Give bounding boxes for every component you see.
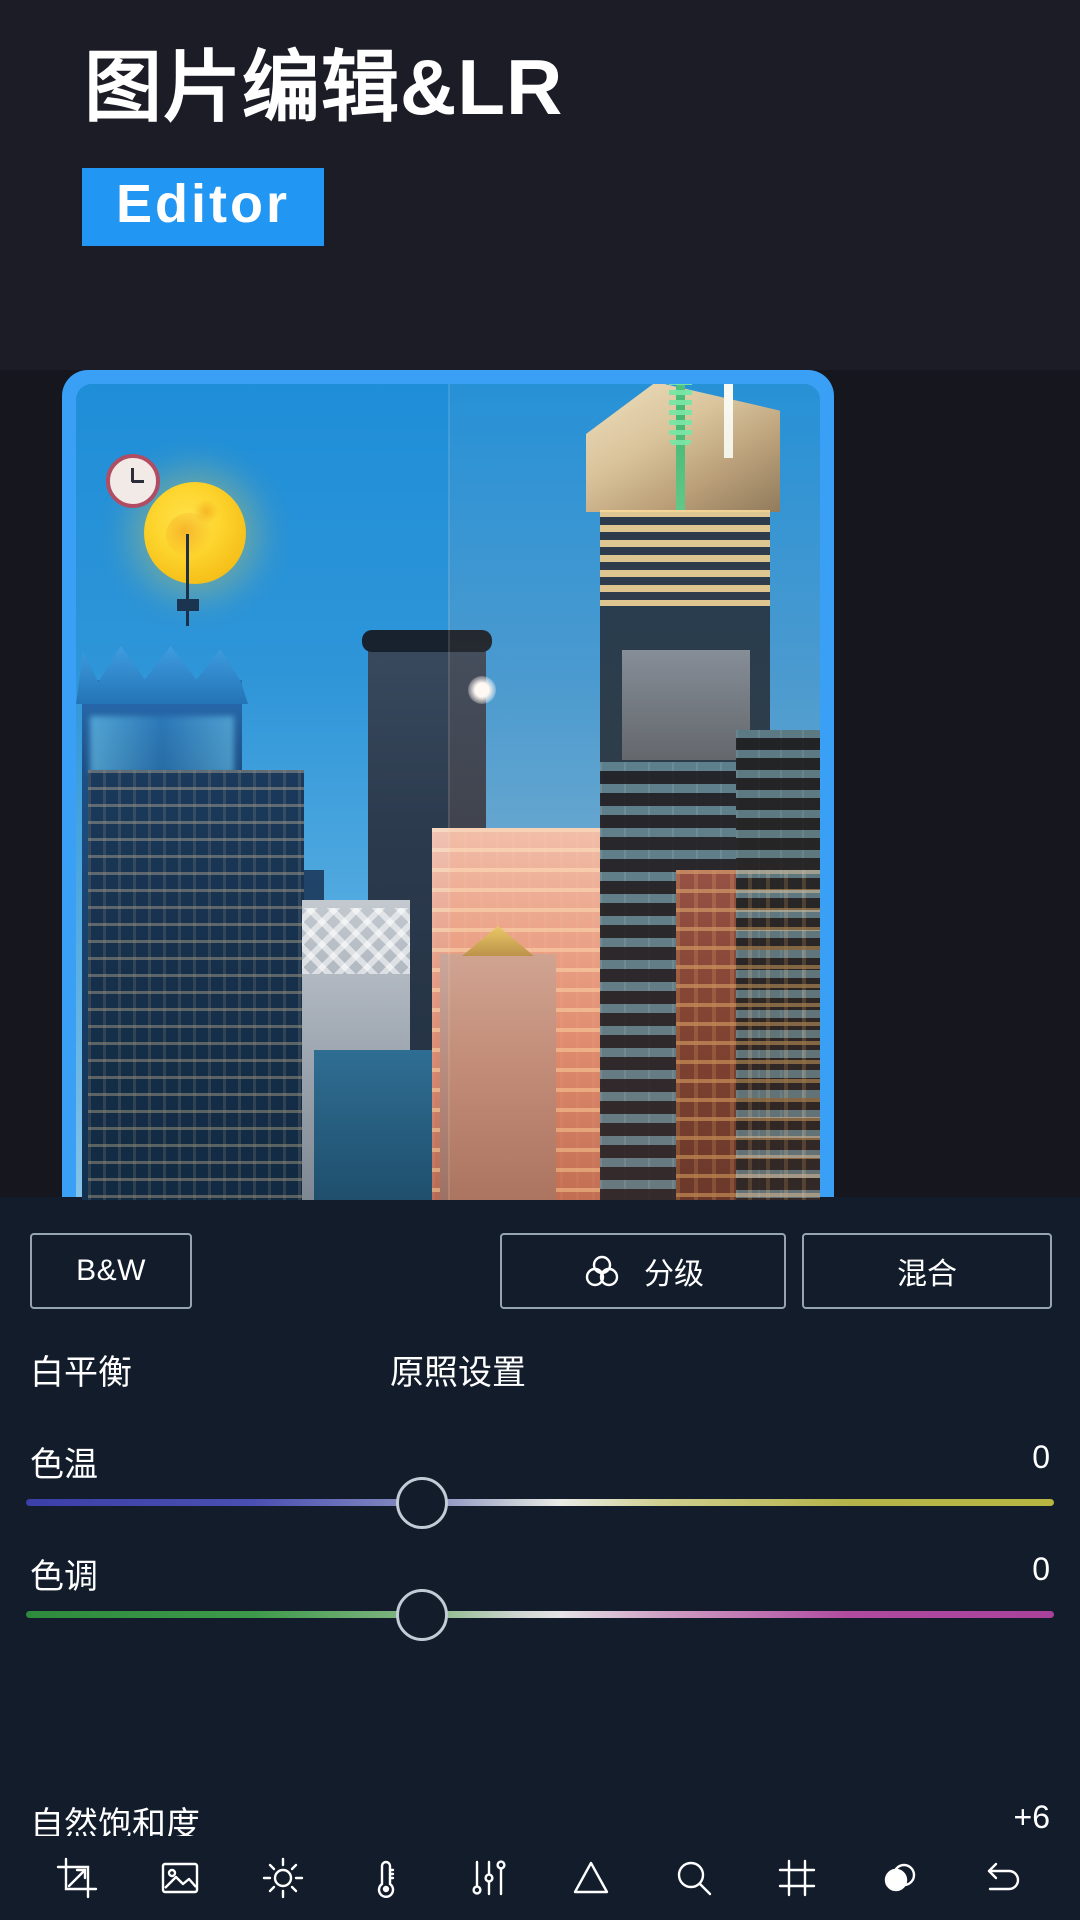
- white-spire: [724, 384, 733, 458]
- editor-badge: Editor: [82, 168, 324, 246]
- building-teal-block: [314, 1050, 432, 1200]
- tint-value: 0: [1032, 1551, 1050, 1587]
- green-spire: [669, 384, 692, 510]
- editor-badge-label: Editor: [116, 174, 290, 234]
- blend-button-label: 混合: [897, 1258, 957, 1291]
- white-balance-row[interactable]: 白平衡 原照设置: [0, 1345, 1080, 1397]
- tint-slider-row: 色调 0: [0, 1549, 1080, 1669]
- clock-face: [106, 454, 160, 508]
- tint-label: 色调: [30, 1558, 98, 1596]
- color-tool-button[interactable]: [355, 1847, 417, 1909]
- skyscraper-lit-band: [600, 510, 770, 606]
- detail-tool-button[interactable]: [663, 1847, 725, 1909]
- presets-tool-button[interactable]: [149, 1847, 211, 1909]
- grade-button-label: 分级: [644, 1258, 704, 1291]
- light-tool-button[interactable]: [252, 1847, 314, 1909]
- moon: [144, 482, 246, 584]
- masking-tool-button[interactable]: [869, 1847, 931, 1909]
- crop-icon: [53, 1854, 101, 1902]
- undo-arrow-icon: [979, 1854, 1027, 1902]
- brightness-sun-icon: [259, 1854, 307, 1902]
- detail-geometry-tool-button[interactable]: [560, 1847, 622, 1909]
- white-balance-label: 白平衡: [30, 1354, 132, 1392]
- image-icon: [156, 1854, 204, 1902]
- mid-tower-cap: [362, 630, 492, 652]
- page-title: 图片编辑&LR: [84, 43, 564, 131]
- temperature-slider-thumb[interactable]: [396, 1477, 448, 1529]
- color-grading-icon: [582, 1252, 622, 1290]
- grade-button[interactable]: 分级: [500, 1233, 786, 1309]
- hero-section: 图片编辑&LR Editor: [0, 0, 1080, 370]
- building-clock-tower: [440, 926, 556, 1200]
- geometry-tool-button[interactable]: [766, 1847, 828, 1909]
- bw-button[interactable]: B&W: [30, 1233, 192, 1309]
- antenna-box: [177, 599, 199, 611]
- photo-canvas[interactable]: [76, 384, 820, 1200]
- blend-button[interactable]: 混合: [802, 1233, 1052, 1309]
- editor-panel: B&W 分级 混合 白平衡 原照设置 色温 0 色调 0 自然饱和度 +6: [0, 1197, 1080, 1920]
- triangle-icon: [567, 1854, 615, 1902]
- tint-slider-thumb[interactable]: [396, 1589, 448, 1641]
- bottom-toolbar: [0, 1836, 1080, 1920]
- mid-tower-lamp: [468, 676, 496, 704]
- mode-button-row: B&W 分级 混合: [0, 1233, 1080, 1309]
- photo-preview-frame[interactable]: [62, 370, 834, 1200]
- temperature-label: 色温: [30, 1446, 98, 1484]
- two-circles-icon: [876, 1854, 924, 1902]
- antenna-mast: [186, 534, 189, 626]
- magnifier-icon: [670, 1854, 718, 1902]
- bw-button-label: B&W: [76, 1254, 146, 1287]
- thermometer-icon: [362, 1854, 410, 1902]
- undo-tool-button[interactable]: [972, 1847, 1034, 1909]
- temperature-slider-row: 色温 0: [0, 1437, 1080, 1557]
- windows-right: [676, 870, 820, 1200]
- sliders-icon: [465, 1854, 513, 1902]
- grid-frame-icon: [773, 1854, 821, 1902]
- crown-glow: [90, 716, 234, 774]
- white-balance-value[interactable]: 原照设置: [390, 1345, 526, 1394]
- skyscraper-podium: [622, 650, 750, 760]
- before-after-divider[interactable]: [448, 384, 450, 1200]
- temperature-value: 0: [1032, 1439, 1050, 1475]
- vibrance-value: +6: [1013, 1799, 1050, 1835]
- effects-tool-button[interactable]: [458, 1847, 520, 1909]
- temperature-slider-track[interactable]: [26, 1499, 1054, 1506]
- checkered-facade: [302, 908, 410, 974]
- crop-tool-button[interactable]: [46, 1847, 108, 1909]
- tint-slider-track[interactable]: [26, 1611, 1054, 1618]
- windows-left: [88, 770, 304, 1200]
